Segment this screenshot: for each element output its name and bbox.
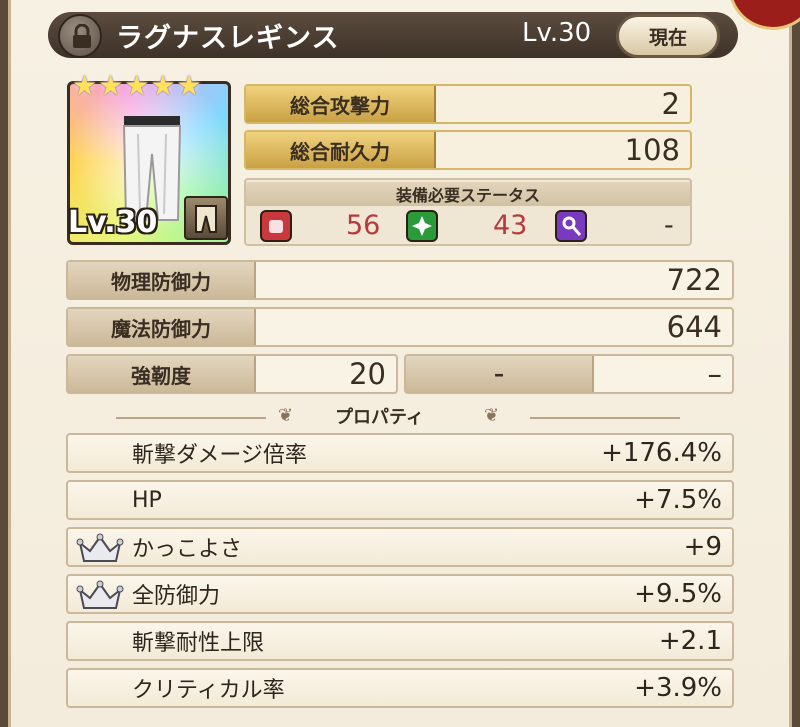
property-name: かっこよさ <box>132 537 243 562</box>
crown-icon <box>76 533 124 562</box>
rarity-stars: ★ ★ ★ ★ ★ <box>72 72 222 102</box>
property-row: 全防御力 +9.5% <box>66 574 734 614</box>
magic-wand-icon <box>555 210 587 242</box>
lock-icon[interactable] <box>58 14 102 58</box>
star-icon: ★ <box>176 69 202 102</box>
property-name: 斬撃ダメージ倍率 <box>132 443 307 468</box>
property-row: 斬撃耐性上限 +2.1 <box>66 621 734 661</box>
toughness-value: 20 <box>349 357 386 391</box>
ornament-left-icon: ❦ <box>278 405 294 426</box>
magic-defense-row: 魔法防御力 644 <box>66 307 734 347</box>
item-name: ラグナスレギンス <box>116 23 340 54</box>
property-row: 斬撃ダメージ倍率 +176.4% <box>66 433 734 473</box>
physical-defense-label: 物理防御力 <box>68 262 256 298</box>
property-row: クリティカル率 +3.9% <box>66 668 734 708</box>
extra-stat-left: – <box>406 356 594 392</box>
total-attack-value: 2 <box>661 87 680 121</box>
property-name: 斬撃耐性上限 <box>132 631 265 656</box>
leg-armor-slot-icon <box>184 196 228 240</box>
dexterity-star-icon <box>406 210 438 242</box>
star-icon: ★ <box>150 69 176 102</box>
physical-defense-value: 722 <box>666 263 722 297</box>
divider-line-left <box>116 417 266 419</box>
extra-stat-right: – <box>707 357 723 391</box>
property-name: HP <box>132 487 162 513</box>
extra-stat-row: – – <box>404 354 734 394</box>
requirement-strength-value: 56 <box>346 210 381 241</box>
current-button[interactable]: 現在 <box>616 14 720 58</box>
toughness-label: 強靭度 <box>68 356 256 392</box>
ornament-right-icon: ❦ <box>484 405 500 426</box>
physical-defense-row: 物理防御力 722 <box>66 260 734 300</box>
magic-defense-label: 魔法防御力 <box>68 309 256 345</box>
property-value: +9 <box>683 532 722 562</box>
requirement-magic-value: - <box>664 210 674 241</box>
star-icon: ★ <box>98 69 124 102</box>
divider-line-right <box>530 417 680 419</box>
requirement-dexterity-value: 43 <box>493 210 528 241</box>
property-row: かっこよさ +9 <box>66 527 734 567</box>
property-name: 全防御力 <box>132 584 221 609</box>
strength-fist-icon <box>260 210 292 242</box>
total-durability-label: 総合耐久力 <box>246 132 436 168</box>
star-icon: ★ <box>72 69 98 102</box>
requirements-title: 装備必要ステータス <box>246 182 690 206</box>
equip-requirements: 装備必要ステータス 56 43 - <box>244 178 692 246</box>
magic-defense-value: 644 <box>666 310 722 344</box>
property-name: クリティカル率 <box>132 678 285 703</box>
property-value: +176.4% <box>601 438 722 468</box>
toughness-row: 強靭度 20 <box>66 354 398 394</box>
property-value: +2.1 <box>658 626 722 656</box>
property-value: +9.5% <box>634 579 722 609</box>
total-attack-label: 総合攻撃力 <box>246 86 436 122</box>
total-durability-value: 108 <box>624 133 680 167</box>
star-icon: ★ <box>124 69 150 102</box>
property-row: HP +7.5% <box>66 480 734 520</box>
property-value: +7.5% <box>634 485 722 515</box>
property-value: +3.9% <box>634 673 722 703</box>
crown-icon <box>76 580 124 609</box>
total-attack-row: 総合攻撃力 2 <box>244 84 692 124</box>
item-icon-level: Lv.30 <box>68 205 158 240</box>
total-durability-row: 総合耐久力 108 <box>244 130 692 170</box>
item-level: Lv.30 <box>522 18 592 48</box>
properties-title: プロパティ <box>335 407 424 428</box>
